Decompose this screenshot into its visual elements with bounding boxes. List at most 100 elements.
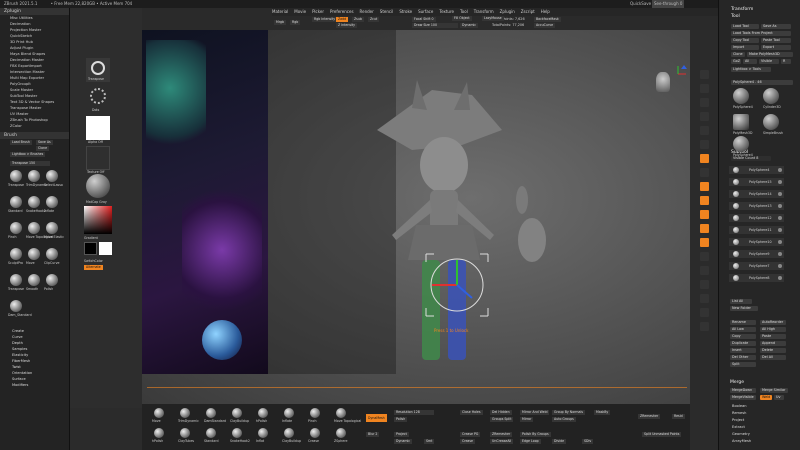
- subtool-row-polysphere8[interactable]: PolySphere8: [729, 274, 784, 282]
- bottom-brush-claytubes-9[interactable]: [180, 428, 190, 438]
- merge-uv-button[interactable]: Uv: [774, 395, 784, 400]
- side-floor-icon[interactable]: [700, 140, 709, 149]
- list-all-button[interactable]: List All: [730, 299, 752, 304]
- menu-movie[interactable]: Movie: [294, 9, 306, 14]
- side-l-sym-icon[interactable]: [700, 168, 709, 177]
- subtool-row-polysphere7[interactable]: PolySphere7: [729, 262, 784, 270]
- side-polyf-icon[interactable]: [700, 266, 709, 275]
- side-scroll-icon[interactable]: [700, 70, 709, 79]
- focal-shift-slider[interactable]: Focal Shift 0: [412, 17, 436, 22]
- side-move-icon[interactable]: [700, 210, 709, 219]
- subtool-eye-icon[interactable]: [778, 276, 782, 280]
- tool-thumb-polysphere4-0[interactable]: [733, 88, 749, 104]
- menu-tool[interactable]: Tool: [460, 9, 468, 14]
- dots-stroke-thumb[interactable]: [86, 84, 110, 108]
- see-through-slider[interactable]: See-through 0: [652, 0, 685, 8]
- subtool-op-all-low[interactable]: All Low: [730, 327, 756, 332]
- transpose-gizmo[interactable]: [422, 250, 492, 320]
- brush-thumb-move-topological[interactable]: [28, 222, 40, 234]
- tool-all-button[interactable]: All: [743, 59, 757, 64]
- subtool-op-duplicate[interactable]: Duplicate: [730, 341, 756, 346]
- auto-groups-button[interactable]: Auto Groups: [552, 417, 576, 422]
- brush-thumb-transpose[interactable]: [10, 170, 22, 182]
- side-scale-icon[interactable]: [700, 224, 709, 233]
- sdiv-slider[interactable]: SDiv: [582, 439, 594, 444]
- menu-stencil[interactable]: Stencil: [380, 9, 394, 14]
- brush-thumb-snakehook2[interactable]: [28, 196, 40, 208]
- current-tool-slider[interactable]: PolySphere4 . 46: [731, 80, 793, 85]
- subtool-eye-icon[interactable]: [778, 228, 782, 232]
- zremesher-button[interactable]: ZRemesher: [490, 432, 513, 437]
- tool-subpalette-extract[interactable]: Extract: [732, 425, 745, 429]
- mirror-button[interactable]: Mirror: [520, 417, 534, 422]
- tool-lightbox-tools-button[interactable]: Lightbox > Tools: [731, 67, 771, 72]
- switch-color-button[interactable]: SwitchColor: [84, 259, 103, 263]
- side-local-icon[interactable]: [700, 154, 709, 163]
- zcut-button[interactable]: Zcut: [368, 17, 380, 22]
- subtool-row-polysphere4[interactable]: PolySphere4: [729, 166, 784, 174]
- merge-mergevisible-button[interactable]: MergeVisible: [730, 395, 756, 400]
- side-gizmo-icon[interactable]: [700, 182, 709, 191]
- resolution-slider[interactable]: Resolution 128: [394, 410, 434, 415]
- brush-thumb-inflate[interactable]: [46, 196, 58, 208]
- dynamesh-button[interactable]: DynaMesh: [366, 414, 387, 422]
- zsub-button[interactable]: Zsub: [352, 17, 364, 22]
- menu-picker[interactable]: Picker: [312, 9, 324, 14]
- brush-thumb-selectlasso[interactable]: [46, 170, 58, 182]
- clone-brush-button[interactable]: Clone: [36, 146, 50, 151]
- side-line-fill-icon[interactable]: [700, 252, 709, 261]
- menu-surface[interactable]: Surface: [418, 9, 433, 14]
- blur-slider[interactable]: Blur 2: [366, 432, 380, 437]
- tool-subpalette-project[interactable]: Project: [732, 418, 744, 422]
- subtool-eye-icon[interactable]: [778, 252, 782, 256]
- tool-import-button[interactable]: Import: [731, 45, 759, 50]
- bottom-brush-hpolish-8[interactable]: [154, 428, 164, 438]
- brush-thumb-transpose[interactable]: [10, 274, 22, 286]
- accucurve-button[interactable]: AccuCurve: [534, 23, 556, 28]
- subtool-op-autoreorder[interactable]: AutoReorder: [760, 320, 786, 325]
- side-solo-icon[interactable]: [700, 308, 709, 317]
- brush-thumb-move[interactable]: [28, 248, 40, 260]
- subtool-op-del-all[interactable]: Del All: [760, 355, 786, 360]
- polish-button[interactable]: Polish: [394, 417, 408, 422]
- subtool-eye-icon[interactable]: [778, 168, 782, 172]
- tool-title[interactable]: Tool: [731, 14, 740, 20]
- bottom-brush-pinch-6[interactable]: [310, 408, 320, 418]
- close-holes-button[interactable]: Close Holes: [460, 410, 483, 415]
- tool-subpalette-boolean[interactable]: Boolean: [732, 404, 747, 408]
- tool-thumb-simplebrush-3[interactable]: [763, 114, 779, 130]
- subtool-row-polysphere10[interactable]: PolySphere10: [729, 238, 784, 246]
- brush-thumb-polish[interactable]: [46, 274, 58, 286]
- tool-visible-button[interactable]: Visible: [759, 59, 779, 64]
- tool-subpalette-remesh[interactable]: Remesh: [732, 411, 746, 415]
- brush-thumb-dam-standard[interactable]: [10, 300, 22, 312]
- tool-load-tools-from-project-button[interactable]: Load Tools From Project: [731, 31, 791, 36]
- groups-split-button[interactable]: Groups Split: [490, 417, 514, 422]
- brush-title[interactable]: Brush: [0, 132, 69, 139]
- brush-thumb-sculptpro[interactable]: [10, 248, 22, 260]
- zremesher-right-button[interactable]: ZRemesher: [638, 414, 661, 419]
- crease-button[interactable]: Crease: [460, 439, 476, 444]
- subtool-op-append[interactable]: Append: [760, 341, 786, 346]
- tool-paste-tool-button[interactable]: Paste Tool: [761, 38, 791, 43]
- side-transp-icon[interactable]: [700, 280, 709, 289]
- side-rotate-icon[interactable]: [700, 238, 709, 247]
- tool-goz-button[interactable]: GoZ: [731, 59, 741, 64]
- subtool-row-polysphere13[interactable]: PolySphere13: [729, 202, 784, 210]
- bottom-brush-hpolish-4[interactable]: [258, 408, 268, 418]
- subtool-row-polysphere11[interactable]: PolySphere11: [729, 226, 784, 234]
- character-model[interactable]: [372, 70, 572, 370]
- brush-thumb-trimdynamic[interactable]: [28, 170, 40, 182]
- side-aahalf-icon[interactable]: [700, 112, 709, 121]
- bottom-brush-move-0[interactable]: [154, 408, 164, 418]
- tool-load-tool-button[interactable]: Load Tool: [731, 24, 759, 29]
- group-by-normals-button[interactable]: Group By Normals: [552, 410, 585, 415]
- brush-subpalette-modifiers[interactable]: Modifiers: [0, 382, 69, 388]
- menu-transform[interactable]: Transform: [474, 9, 494, 14]
- plugin-item-zcolor[interactable]: ZColor: [0, 123, 69, 129]
- subtool-eye-icon[interactable]: [778, 216, 782, 220]
- tool-thumb-polymesh3d-2[interactable]: [733, 114, 749, 130]
- menu-zplugin[interactable]: Zplugin: [500, 9, 515, 14]
- tool-subpalette-arraymesh[interactable]: ArrayMesh: [732, 439, 751, 443]
- subtool-op-delete[interactable]: Delete: [760, 348, 786, 353]
